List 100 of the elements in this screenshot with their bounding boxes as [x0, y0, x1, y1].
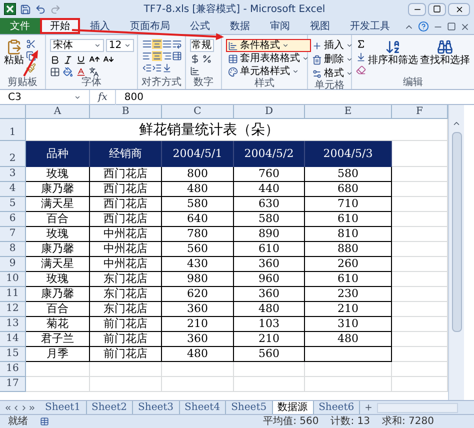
row-header[interactable]: 7 [0, 227, 26, 242]
close-icon[interactable] [460, 22, 470, 32]
column-header[interactable]: E [305, 105, 392, 118]
middle-align-icon[interactable] [152, 39, 162, 49]
ribbon-tab[interactable]: 视图 [300, 18, 340, 34]
find-select-button[interactable]: 查找和选择 [420, 39, 470, 77]
phonetic-guide-icon[interactable] [88, 67, 99, 77]
borders-icon[interactable] [50, 67, 60, 77]
table-cell: 中州花店 [90, 257, 162, 272]
table-cell: 玫瑰 [26, 227, 90, 242]
row-header[interactable]: 9 [0, 257, 26, 272]
format-painter-icon[interactable] [26, 63, 36, 73]
sheet-tab[interactable]: 数据源 [272, 400, 314, 414]
row-header[interactable]: 4 [0, 182, 26, 197]
row-header[interactable]: 2 [0, 141, 26, 167]
decrease-indent-icon[interactable] [142, 63, 152, 73]
ribbon-tab[interactable]: 数据 [220, 18, 260, 34]
row-header[interactable]: 8 [0, 242, 26, 257]
row-header[interactable]: 10 [0, 272, 26, 287]
empty-cell [234, 377, 305, 392]
row-header[interactable]: 17 [0, 377, 26, 392]
ribbon-tab[interactable]: 审阅 [260, 18, 300, 34]
increase-font-icon[interactable] [88, 54, 100, 65]
bold-icon[interactable] [50, 54, 60, 64]
column-header[interactable]: C [162, 105, 234, 118]
number-format-field[interactable]: 常规 [190, 39, 214, 52]
formula-field[interactable]: 800 [116, 90, 152, 104]
decrease-font-icon[interactable] [102, 54, 114, 65]
maximize-button[interactable] [428, 2, 446, 16]
column-header[interactable]: A [26, 105, 90, 118]
scrollbar-thumb[interactable] [452, 132, 462, 332]
italic-icon[interactable] [62, 54, 73, 64]
top-align-icon[interactable] [142, 39, 152, 49]
align-right-icon[interactable] [162, 51, 172, 61]
first-sheet-icon[interactable] [4, 404, 12, 412]
fill-color-icon[interactable] [62, 67, 73, 77]
align-center-icon[interactable] [152, 51, 162, 61]
ribbon-tab[interactable]: 开始 [40, 18, 80, 34]
table-cell: 310 [305, 317, 392, 332]
undo-icon[interactable] [35, 4, 46, 14]
bottom-align-icon[interactable] [162, 39, 172, 49]
group-label: 剪贴板 [7, 77, 38, 89]
cells-menu-button[interactable]: 插入 [312, 39, 353, 52]
underline-icon[interactable] [76, 54, 86, 64]
row-header[interactable]: 11 [0, 287, 26, 302]
style-menu-button[interactable]: 套用表格格式 [226, 52, 311, 65]
style-menu-button[interactable]: 条件格式 [226, 39, 311, 52]
row-header[interactable]: 5 [0, 197, 26, 212]
font-color-icon[interactable] [76, 67, 86, 77]
format-icon [312, 68, 322, 78]
paste-button[interactable]: 粘贴 [4, 39, 24, 77]
percent-icon[interactable] [202, 54, 212, 64]
row-header[interactable]: 16 [0, 362, 26, 377]
cells-menu-button[interactable]: 格式 [312, 67, 353, 80]
cells-menu-button[interactable]: 删除 [312, 53, 353, 66]
font-size-field[interactable]: 12 [106, 39, 134, 52]
row-header[interactable]: 1 [0, 119, 26, 141]
align-left-icon[interactable] [142, 51, 152, 61]
scroll-up-icon[interactable] [452, 119, 461, 128]
style-menu-button[interactable]: 单元格样式 [226, 65, 311, 78]
help-icon[interactable] [418, 21, 429, 32]
row-header[interactable]: 3 [0, 167, 26, 182]
column-header[interactable]: D [234, 105, 305, 118]
save-icon[interactable] [20, 4, 31, 14]
row-header[interactable]: 14 [0, 332, 26, 347]
row-header[interactable]: 13 [0, 317, 26, 332]
last-sheet-icon[interactable] [28, 404, 36, 412]
cut-icon[interactable] [26, 39, 36, 49]
row-header[interactable]: 15 [0, 347, 26, 362]
table-cell: 前门花店 [90, 332, 162, 347]
insert-sheet-icon[interactable] [364, 403, 374, 412]
sort-filter-button[interactable]: 排序和筛选 [368, 39, 418, 77]
fill-icon[interactable] [356, 52, 366, 62]
copy-icon[interactable] [26, 51, 36, 61]
horizontal-scrollbar[interactable] [377, 402, 458, 412]
column-header[interactable]: B [90, 105, 162, 118]
previous-sheet-icon[interactable] [12, 404, 20, 412]
table-cell: 480 [305, 332, 392, 347]
minimize-button[interactable] [408, 2, 426, 16]
status-count: 计数: 13 [330, 416, 370, 428]
wrap-text-icon[interactable] [172, 39, 182, 49]
row-header[interactable]: 6 [0, 212, 26, 227]
ribbon-tab[interactable]: 插入 [80, 18, 120, 34]
name-box[interactable]: C3 [0, 90, 90, 104]
increase-indent-icon[interactable] [152, 63, 162, 73]
ribbon-tab[interactable]: 页面布局 [120, 18, 180, 34]
row-header[interactable]: 12 [0, 302, 26, 317]
restore-icon[interactable] [447, 22, 456, 31]
file-tab[interactable]: 文件 [0, 18, 40, 34]
ribbon-tab[interactable]: 开发工具 [340, 18, 400, 34]
ribbon-tab[interactable]: 公式 [180, 18, 220, 34]
table-format-icon [228, 54, 238, 64]
next-sheet-icon[interactable] [20, 404, 28, 412]
vertical-scrollbar[interactable] [448, 105, 464, 400]
autosum-icon[interactable] [356, 39, 366, 49]
font-name-field[interactable]: 宋体 [50, 39, 104, 52]
close-button[interactable] [448, 2, 470, 16]
merge-cells-icon[interactable] [172, 51, 182, 61]
currency-icon[interactable] [190, 54, 200, 64]
clear-icon[interactable] [356, 65, 366, 75]
